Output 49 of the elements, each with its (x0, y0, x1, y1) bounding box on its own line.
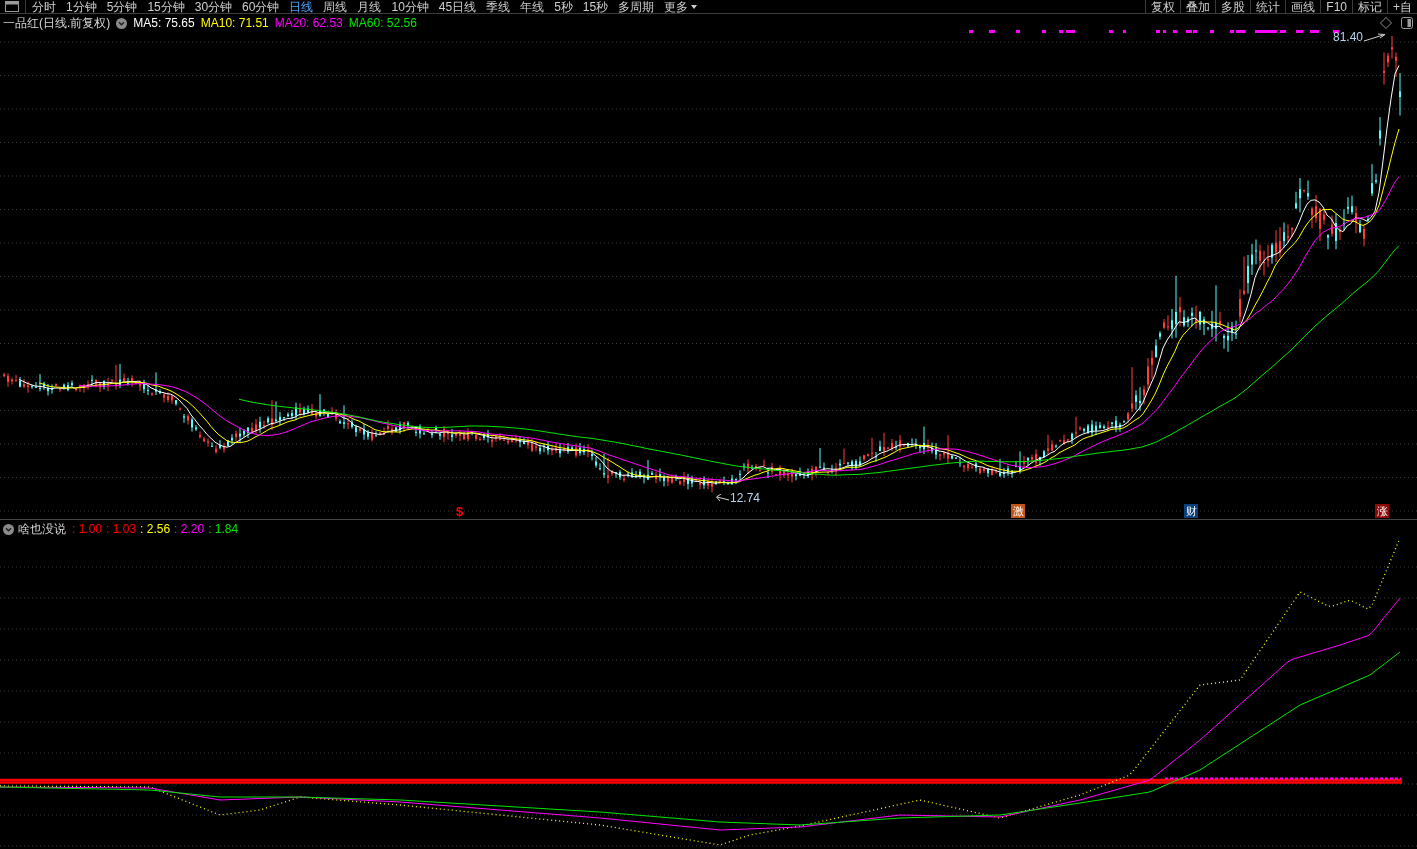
signal-marker: 财 (1184, 504, 1198, 518)
more-menu-button[interactable]: 更多 (664, 0, 698, 13)
indicator-value: MA10: 71.51 (200, 17, 269, 29)
signal-marker: $ (456, 505, 464, 518)
period-tab[interactable]: 5分钟 (106, 0, 138, 13)
period-tab[interactable]: 多周期 (618, 0, 655, 13)
tool-button[interactable]: 统计 (1250, 0, 1286, 13)
period-tab[interactable]: 5秒 (554, 0, 573, 13)
indicator-value: MA20: 62.53 (274, 17, 343, 29)
tool-button[interactable]: +自 (1387, 0, 1417, 13)
signal-marker: 激 (1011, 504, 1025, 518)
period-tab[interactable]: 季线 (486, 0, 511, 13)
panel-toggle-icon[interactable] (1401, 17, 1413, 29)
caret-icon (691, 4, 698, 9)
indicator-value: : 2.20 (174, 523, 205, 535)
dropdown-icon[interactable] (116, 17, 128, 29)
period-tab[interactable]: 60分钟 (242, 0, 280, 13)
period-tab[interactable]: 周线 (323, 0, 348, 13)
indicator-value: : 1.00 (72, 523, 103, 535)
period-tab[interactable]: 45日线 (438, 0, 477, 13)
period-tab[interactable]: 年线 (520, 0, 545, 13)
period-tab[interactable]: 10分钟 (391, 0, 429, 13)
period-tab[interactable]: 30分钟 (194, 0, 233, 13)
tool-button[interactable]: 复权 (1145, 0, 1181, 13)
leader-arrow (1364, 32, 1387, 42)
indicator-value: : 1.84 (208, 523, 239, 535)
period-tab[interactable]: 15秒 (582, 0, 609, 13)
window-icon[interactable] (5, 1, 19, 12)
tool-button[interactable]: 标记 (1352, 0, 1387, 13)
period-tab[interactable]: 1分钟 (66, 0, 97, 13)
indicator-value: MA5: 75.65 (133, 17, 195, 29)
price-label: 81.40 (1333, 31, 1364, 43)
indicator-title: 啥也没说 (18, 523, 66, 535)
period-tab[interactable]: 月线 (357, 0, 382, 13)
indicator-value: : 1.03 (106, 523, 137, 535)
tool-button[interactable]: 叠加 (1180, 0, 1216, 13)
period-tab[interactable]: 日线 (289, 0, 314, 13)
signal-marker: 涨 (1375, 504, 1389, 518)
leader-arrow (716, 494, 729, 502)
dropdown-icon[interactable] (3, 523, 14, 535)
period-tab[interactable]: 15分钟 (147, 0, 185, 13)
stock-title: 一品红(日线.前复权) (3, 17, 111, 29)
price-label: 12.74 (730, 492, 761, 504)
tool-button[interactable]: F10 (1320, 0, 1352, 13)
indicator-value: : 2.56 (140, 523, 171, 535)
tool-button[interactable]: 多股 (1215, 0, 1251, 13)
tool-button[interactable]: 画线 (1285, 0, 1321, 13)
indicator-value: MA60: 52.56 (348, 17, 417, 29)
period-tab[interactable]: 分时 (32, 0, 56, 13)
